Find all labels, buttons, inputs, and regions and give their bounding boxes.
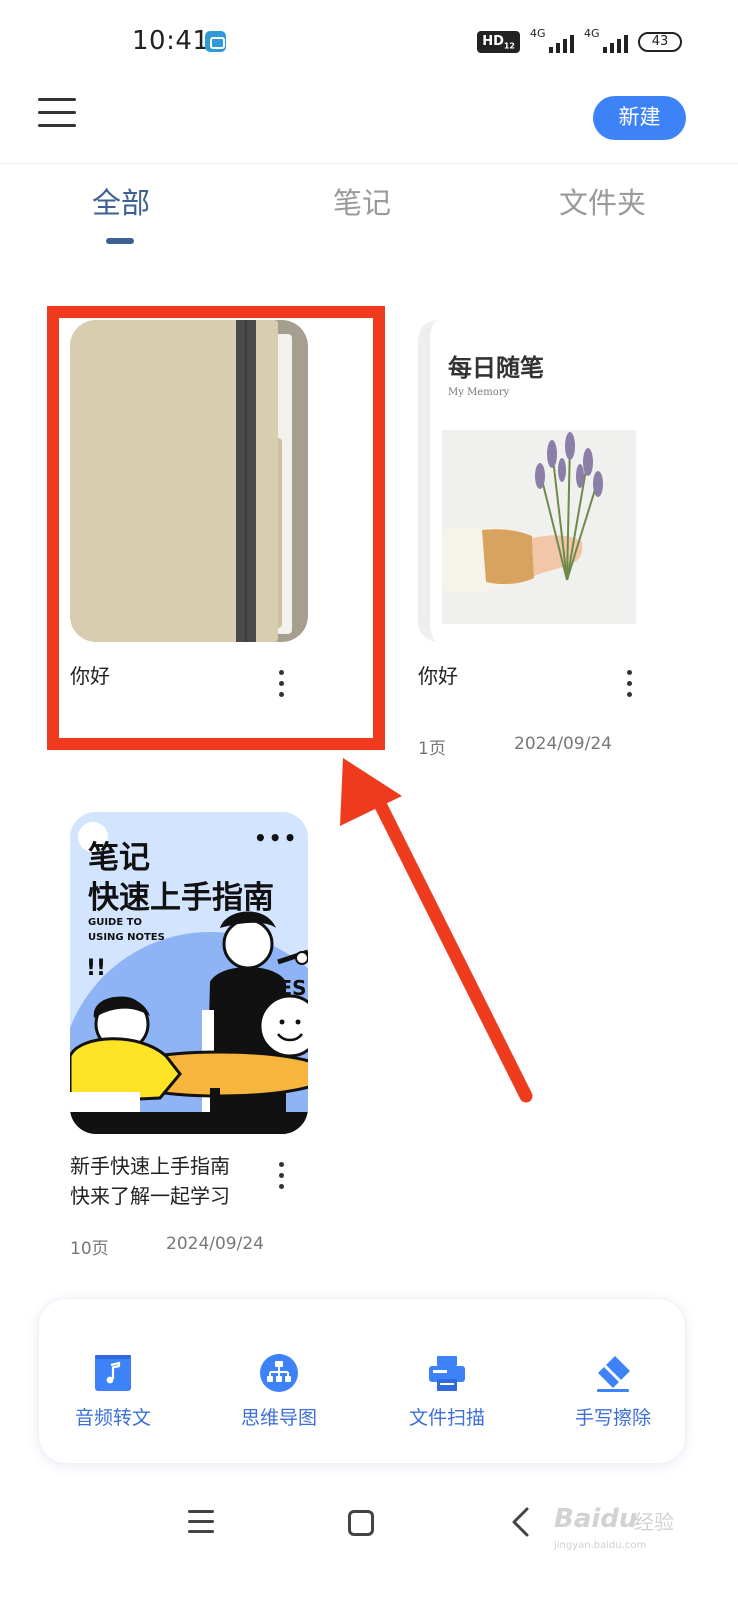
home-icon[interactable] xyxy=(348,1510,374,1536)
cover-english-1: GUIDE TO xyxy=(88,917,142,928)
card-date: 2024/09/24 xyxy=(166,1234,264,1254)
hd-voice-icon: HD12 xyxy=(477,30,520,54)
tool-label: 手写擦除 xyxy=(574,1407,651,1429)
baidu-watermark: Baidu 经验 jingyan.baidu.com xyxy=(552,1492,688,1560)
app-bar: 新建 xyxy=(0,84,738,164)
tool-mind-map[interactable]: 思维导图 xyxy=(217,1339,337,1439)
hamburger-menu-icon[interactable] xyxy=(38,98,78,128)
more-options-icon[interactable] xyxy=(276,1162,286,1192)
watermark-url: jingyan.baidu.com xyxy=(554,1540,647,1551)
status-bar: 10:41 HD12 4G 4G 43 xyxy=(0,0,738,84)
card-date: 2024/09/24 xyxy=(514,734,612,754)
cover-title: 每日随笔 xyxy=(448,353,544,382)
tab-notes[interactable]: 笔记 xyxy=(333,180,391,222)
signal-icon-2: 4G xyxy=(584,27,628,55)
status-time: 10:41 xyxy=(132,26,210,56)
mind-map-icon xyxy=(260,1354,298,1392)
status-icons: HD12 4G 4G 43 xyxy=(477,27,682,56)
tool-audio-to-text[interactable]: 音频转文 xyxy=(51,1339,171,1439)
tab-indicator xyxy=(106,238,134,244)
cover-exclaim: !! xyxy=(86,956,107,981)
card-title-line2: 快来了解一起学习 xyxy=(70,1184,230,1208)
card-page-count: 10页 xyxy=(70,1239,109,1259)
cover-english-2: USING NOTES xyxy=(88,932,165,943)
tab-folders[interactable]: 文件夹 xyxy=(559,180,646,222)
note-card-guide[interactable]: 笔记 快速上手指南 GUIDE TO USING NOTES ••• !! YE… xyxy=(70,812,350,1259)
tool-label: 文件扫描 xyxy=(408,1407,485,1429)
tool-label: 音频转文 xyxy=(74,1407,151,1429)
audio-note-icon xyxy=(95,1355,131,1391)
cover-heading-1: 笔记 xyxy=(88,840,150,876)
memory-cover[interactable]: 每日随笔 My Memory xyxy=(418,320,656,642)
tool-label: 思维导图 xyxy=(240,1407,317,1429)
back-icon[interactable] xyxy=(508,1506,534,1538)
cover-dots: ••• xyxy=(254,826,299,850)
cover-heading-2: 快速上手指南 xyxy=(88,880,274,916)
recent-apps-icon[interactable] xyxy=(188,1508,216,1536)
watermark-brand: Baidu xyxy=(554,1504,638,1534)
more-options-icon[interactable] xyxy=(624,670,634,700)
signal-icon: 4G xyxy=(530,27,574,55)
quick-tools-panel: 音频转文 思维导图 文件扫描 手写擦除 xyxy=(38,1298,686,1464)
tab-all[interactable]: 全部 xyxy=(92,180,150,222)
eraser-icon xyxy=(597,1356,630,1392)
card-title: 你好 xyxy=(418,664,458,688)
card-title-line1: 新手快速上手指南 xyxy=(70,1154,230,1178)
highlight-box xyxy=(47,306,385,750)
card-page-count: 1页 xyxy=(418,739,446,759)
cover-yes: YES xyxy=(264,976,307,1000)
note-card-hello-2[interactable]: 每日随笔 My Memory 你好 1页 2024/09/24 xyxy=(418,320,698,760)
tool-document-scan[interactable]: 文件扫描 xyxy=(385,1339,505,1439)
lavender-photo xyxy=(442,430,636,624)
scanner-icon xyxy=(429,1356,465,1391)
guide-cover[interactable]: 笔记 快速上手指南 GUIDE TO USING NOTES ••• !! YE… xyxy=(70,812,308,1134)
tab-bar: 全部 笔记 文件夹 xyxy=(0,180,738,250)
battery-icon: 43 xyxy=(638,32,682,52)
notification-app-icon xyxy=(205,31,226,52)
watermark-cn: 经验 xyxy=(634,1510,674,1534)
new-button[interactable]: 新建 xyxy=(593,96,686,140)
tool-handwriting-erase[interactable]: 手写擦除 xyxy=(551,1339,671,1439)
cover-subtitle: My Memory xyxy=(448,387,510,398)
